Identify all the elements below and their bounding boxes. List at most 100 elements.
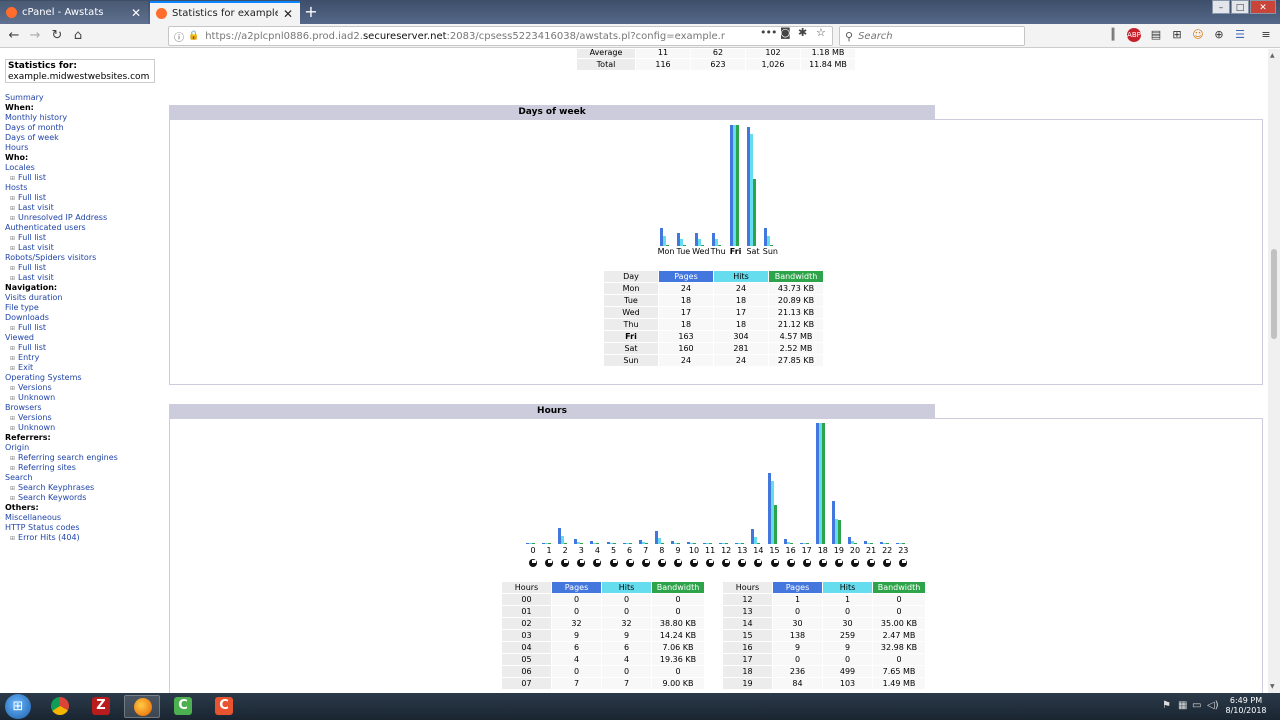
menu-link[interactable]: Hosts	[5, 183, 118, 193]
menu-link[interactable]: Monthly history	[5, 113, 118, 123]
page-actions-icon[interactable]: •••	[760, 26, 777, 39]
taskbar-filezilla[interactable]: Z	[83, 695, 119, 718]
menu-link[interactable]: Summary	[5, 93, 118, 103]
forward-button[interactable]: →	[26, 27, 44, 45]
menu-link[interactable]: Referring sites	[5, 463, 118, 473]
extension-icon[interactable]: ⊞	[1170, 28, 1184, 42]
volume-icon[interactable]: ◁)	[1207, 700, 1219, 711]
menu-link[interactable]: Full list	[5, 343, 118, 353]
lock-icon[interactable]: 🔒	[188, 31, 199, 41]
pocket-icon[interactable]: ◙	[780, 26, 791, 39]
menu-link[interactable]: Exit	[5, 363, 118, 373]
new-tab-button[interactable]: +	[303, 2, 319, 21]
sidebar-icon[interactable]: ▤	[1149, 28, 1163, 42]
menu-link[interactable]: Search Keyphrases	[5, 483, 118, 493]
menu-link[interactable]: Locales	[5, 163, 118, 173]
menu-link[interactable]: Last visit	[5, 203, 118, 213]
table-cell: 0	[823, 654, 872, 665]
bar-bandwidth-16	[789, 543, 793, 544]
url-bar[interactable]: ⓘ 🔒 https://a2plcpnl0886.prod.iad2.secur…	[168, 26, 833, 46]
close-icon[interactable]: ✕	[130, 6, 142, 20]
back-button[interactable]: ←	[5, 27, 23, 45]
column-header[interactable]: Pages	[773, 582, 822, 593]
taskbar-firefox[interactable]	[124, 695, 160, 718]
column-header[interactable]: Hits	[602, 582, 651, 593]
menu-link[interactable]: Viewed	[5, 333, 118, 343]
search-box[interactable]: ⚲	[839, 26, 1025, 46]
menu-link[interactable]: Versions	[5, 383, 118, 393]
menu-link[interactable]: Referring search engines	[5, 453, 118, 463]
window-close-button[interactable]: ✕	[1250, 0, 1276, 14]
extension-icon[interactable]: ⊕	[1212, 28, 1226, 42]
menu-link[interactable]: Visits duration	[5, 293, 118, 303]
menu-link[interactable]: HTTP Status codes	[5, 523, 118, 533]
maximize-button[interactable]: □	[1231, 0, 1249, 14]
table-cell: 304	[714, 331, 768, 342]
column-header[interactable]: Pages	[659, 271, 713, 282]
column-header[interactable]: Hours	[502, 582, 551, 593]
page-scrollbar[interactable]: ▲ ▼	[1268, 49, 1280, 693]
column-header[interactable]: Hours	[723, 582, 772, 593]
info-icon[interactable]: ⓘ	[174, 29, 184, 44]
column-header[interactable]: Bandwidth	[652, 582, 704, 593]
reload-button[interactable]: ↻	[48, 27, 66, 45]
extension-icon[interactable]: ☺	[1191, 28, 1205, 42]
menu-link[interactable]: Unresolved IP Address	[5, 213, 118, 223]
taskbar-camtasia[interactable]: C	[206, 695, 242, 718]
taskbar-chrome[interactable]	[42, 695, 78, 718]
display-icon[interactable]: ▭	[1192, 700, 1201, 711]
tab-statistics[interactable]: Statistics for example.midwestw ✕	[150, 1, 300, 24]
menu-link[interactable]: Unknown	[5, 393, 118, 403]
menu-link[interactable]: Full list	[5, 323, 118, 333]
network-icon[interactable]: ▦	[1178, 700, 1187, 711]
scroll-up-icon[interactable]: ▲	[1270, 52, 1275, 59]
column-header[interactable]: Hits	[823, 582, 872, 593]
menu-link[interactable]: Search Keywords	[5, 493, 118, 503]
menu-link[interactable]: Miscellaneous	[5, 513, 118, 523]
column-header[interactable]: Day	[604, 271, 658, 282]
extension-icon[interactable]: ✱	[798, 26, 807, 39]
flag-icon[interactable]: ⚑	[1162, 700, 1171, 711]
scroll-down-icon[interactable]: ▼	[1270, 683, 1275, 690]
menu-link[interactable]: Last visit	[5, 273, 118, 283]
tab-cpanel-awstats[interactable]: cPanel - Awstats ✕	[0, 1, 148, 24]
start-button[interactable]: ⊞	[5, 694, 31, 719]
bookmark-star-icon[interactable]: ☆	[816, 26, 826, 39]
menu-icon[interactable]: ≡	[1259, 28, 1273, 42]
menu-link[interactable]: Full list	[5, 193, 118, 203]
column-header[interactable]: Bandwidth	[769, 271, 823, 282]
menu-link[interactable]: Entry	[5, 353, 118, 363]
menu-link[interactable]: Full list	[5, 173, 118, 183]
menu-link[interactable]: Full list	[5, 263, 118, 273]
adblock-icon[interactable]: ABP	[1127, 28, 1141, 42]
menu-link[interactable]: File type	[5, 303, 118, 313]
column-header[interactable]: Pages	[552, 582, 601, 593]
menu-link[interactable]: Search	[5, 473, 118, 483]
menu-link[interactable]: Versions	[5, 413, 118, 423]
library-icon[interactable]: ║	[1106, 28, 1120, 42]
extension-icon[interactable]: ☰	[1233, 28, 1247, 42]
column-header[interactable]: Bandwidth	[873, 582, 925, 593]
menu-link[interactable]: Error Hits (404)	[5, 533, 118, 543]
menu-link[interactable]: Days of week	[5, 133, 118, 143]
search-input[interactable]	[858, 30, 1019, 42]
menu-link[interactable]: Browsers	[5, 403, 118, 413]
menu-link[interactable]: Days of month	[5, 123, 118, 133]
menu-link[interactable]: Full list	[5, 233, 118, 243]
system-clock[interactable]: 6:49 PM 8/10/2018	[1224, 696, 1268, 716]
menu-link[interactable]: Hours	[5, 143, 118, 153]
menu-link[interactable]: Operating Systems	[5, 373, 118, 383]
menu-link[interactable]: Authenticated users	[5, 223, 118, 233]
minimize-button[interactable]: –	[1212, 0, 1230, 14]
column-header[interactable]: Hits	[714, 271, 768, 282]
menu-link[interactable]: Robots/Spiders visitors	[5, 253, 118, 263]
menu-link[interactable]: Last visit	[5, 243, 118, 253]
scrollbar-thumb[interactable]	[1271, 249, 1277, 339]
close-icon[interactable]: ✕	[282, 7, 294, 21]
url-text[interactable]: https://a2plcpnl0886.prod.iad2.secureser…	[205, 31, 725, 42]
menu-link[interactable]: Downloads	[5, 313, 118, 323]
home-button[interactable]: ⌂	[69, 27, 87, 45]
menu-link[interactable]: Unknown	[5, 423, 118, 433]
taskbar-camtasia-recorder[interactable]: C	[165, 695, 201, 718]
menu-link[interactable]: Origin	[5, 443, 118, 453]
